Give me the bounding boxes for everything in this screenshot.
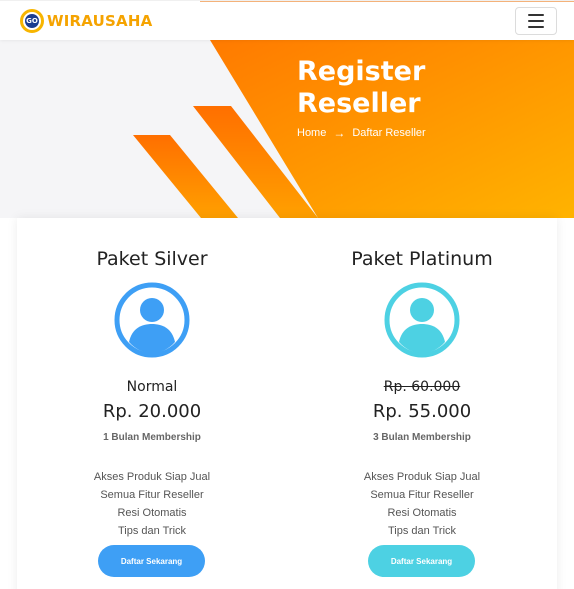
plan-membership: 3 Bulan Membership	[373, 432, 471, 443]
arrow-right-icon: →	[333, 126, 346, 140]
plan-feature: Tips dan Trick	[117, 525, 187, 537]
plan-feature-list: Akses Produk Siap Jual Semua Fitur Resel…	[287, 468, 557, 540]
hamburger-icon-line	[528, 14, 544, 16]
plan-feature: Semua Fitur Reseller	[100, 489, 204, 501]
hamburger-icon-line	[528, 20, 544, 22]
breadcrumb-current: Daftar Reseller	[352, 127, 426, 139]
plan-feature: Tips dan Trick	[387, 525, 457, 537]
navbar: GO WIRAUSAHA	[0, 0, 574, 40]
hero-banner: Register Reseller Home → Daftar Reseller	[0, 40, 574, 218]
plan-tier: Normal	[126, 379, 178, 395]
plan-price: Rp. 55.000	[372, 401, 472, 422]
user-avatar-icon	[384, 282, 460, 358]
hamburger-icon-line	[528, 26, 544, 28]
plan-card-platinum: Paket Platinum Rp. 60.000 Rp. 55.000 3 B…	[287, 218, 557, 589]
navbar-top-line	[200, 1, 574, 2]
user-avatar-icon	[114, 282, 190, 358]
hamburger-menu-button[interactable]	[515, 7, 557, 35]
logo-badge-icon: GO	[20, 9, 44, 33]
plan-feature-list: Akses Produk Siap Jual Semua Fitur Resel…	[17, 468, 287, 540]
hero-stripe-2	[133, 135, 238, 218]
plan-feature: Akses Produk Siap Jual	[93, 471, 211, 483]
plan-title: Paket Silver	[96, 248, 208, 270]
plan-feature: Resi Otomatis	[387, 507, 457, 519]
plan-title: Paket Platinum	[351, 248, 493, 270]
logo-text: WIRAUSAHA	[47, 12, 153, 30]
pricing-panel: Paket Silver Normal Rp. 20.000 1 Bulan M…	[17, 218, 557, 589]
plan-card-silver: Paket Silver Normal Rp. 20.000 1 Bulan M…	[17, 218, 287, 589]
plan-membership: 1 Bulan Membership	[103, 432, 201, 443]
logo-badge-text: GO	[25, 14, 39, 28]
breadcrumb-home-link[interactable]: Home	[297, 127, 326, 139]
daftar-sekarang-button[interactable]: Daftar Sekarang	[98, 545, 205, 577]
plan-original-price: Rp. 60.000	[383, 379, 461, 395]
daftar-sekarang-button[interactable]: Daftar Sekarang	[368, 545, 475, 577]
breadcrumb: Home → Daftar Reseller	[297, 126, 426, 140]
plan-feature: Semua Fitur Reseller	[370, 489, 474, 501]
logo[interactable]: GO WIRAUSAHA	[20, 8, 152, 34]
plan-feature: Resi Otomatis	[117, 507, 187, 519]
page-title: Register Reseller	[297, 56, 426, 119]
plan-feature: Akses Produk Siap Jual	[363, 471, 481, 483]
plan-price: Rp. 20.000	[102, 401, 202, 422]
